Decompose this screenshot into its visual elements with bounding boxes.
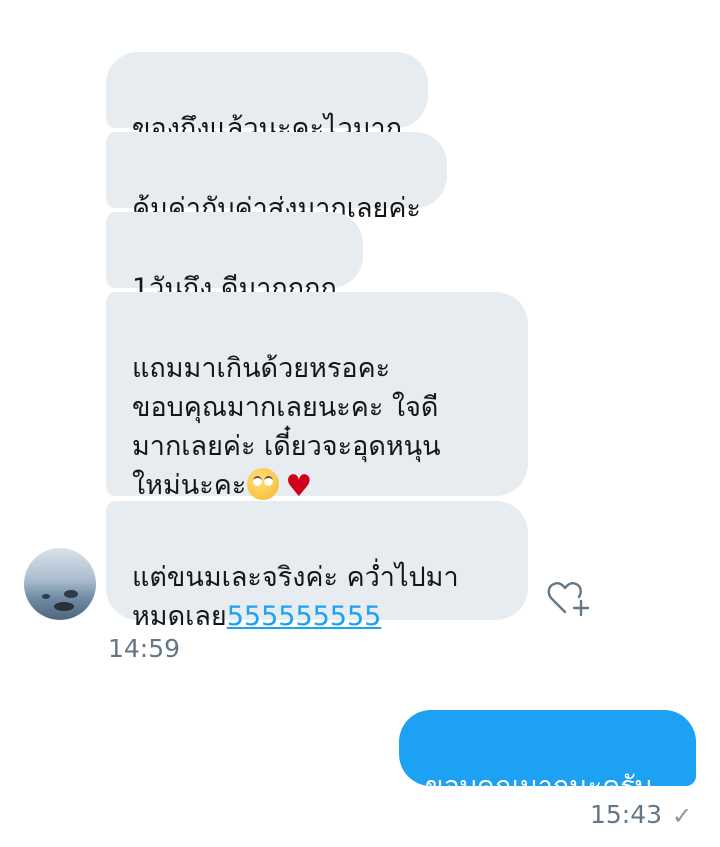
avatar-detail <box>54 602 74 611</box>
message-bubble-incoming[interactable]: คุ้มค่ากับค่าส่งมากเลยค่ะ <box>106 132 447 224</box>
message-bubble-incoming[interactable]: 1วันถึง ดีมากกกก <box>106 212 363 304</box>
avatar-detail <box>64 590 78 598</box>
red-heart-icon: ♥ <box>285 469 313 504</box>
avatar[interactable] <box>24 548 96 620</box>
message-timestamp: 14:59 <box>108 634 181 663</box>
face-with-rolling-eyes-icon <box>247 468 280 500</box>
message-link[interactable]: 555555555 <box>227 601 382 632</box>
message-bubble-incoming[interactable]: แต่ขนมเละจริงค่ะ คว่ำไปมา หมดเลย55555555… <box>106 501 528 632</box>
message-bubble-incoming[interactable]: ของถึงแล้วนะคะไวมาก <box>106 52 429 144</box>
message-bubble-incoming[interactable]: แถมมาเกินด้วยหรอคะ ขอบคุณมากเลยนะคะ ใจดี… <box>106 292 528 504</box>
read-check-icon: ✓ <box>672 802 693 830</box>
message-timestamp: 15:43 <box>590 800 663 829</box>
message-bubble-outgoing[interactable]: ขอบคุณมากนะครับ <box>399 710 696 802</box>
avatar-detail <box>42 594 50 599</box>
message-text: ขอบคุณมากนะครับ <box>425 771 652 802</box>
like-heart-add-icon[interactable] <box>546 578 592 618</box>
